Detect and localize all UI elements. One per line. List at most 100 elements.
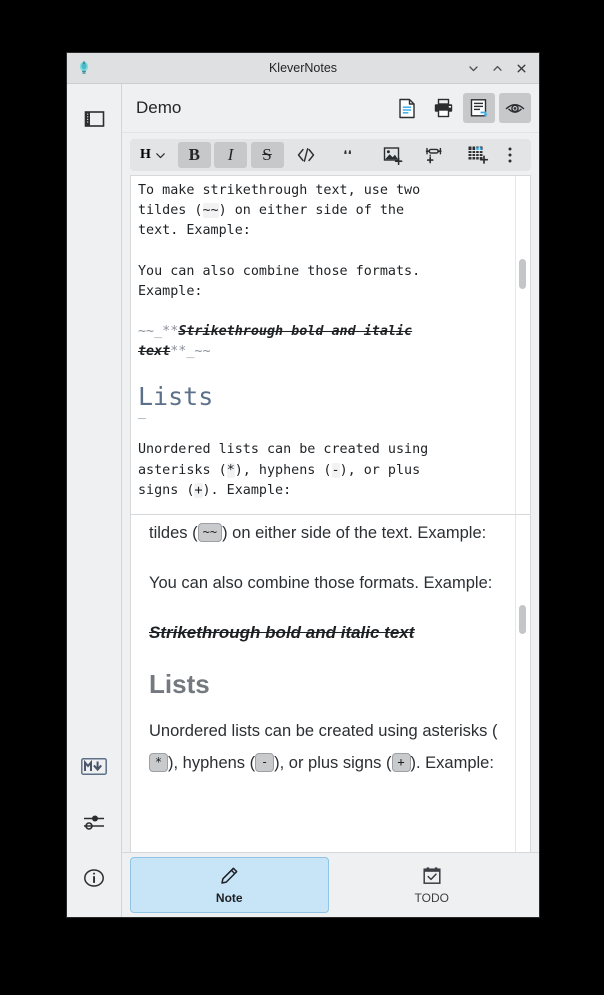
toggle-preview-button[interactable]	[499, 93, 531, 123]
markdown-preview-pane[interactable]: tildes (~~) on either side of the text. …	[131, 515, 530, 852]
toggle-editor-button[interactable]	[463, 93, 495, 123]
editor-heading-block: Lists —	[138, 382, 516, 426]
editor-text: ). Example:	[202, 482, 292, 498]
formatted-text: Strikethrough bold and italic text	[149, 623, 415, 642]
strikethrough-icon: S	[262, 145, 272, 164]
formatted-text: Strikethrough bold and italic	[178, 324, 413, 340]
editor-line: text**_~~	[138, 342, 516, 362]
editor-line: text. Example:	[138, 221, 516, 241]
editor-text: ), hyphens (	[234, 462, 332, 478]
quote-icon	[342, 147, 358, 163]
about-button[interactable]	[79, 863, 109, 893]
panel-left-icon	[84, 110, 105, 128]
preview-text: tildes (	[149, 524, 198, 542]
app-window: KleverNotes Demo H B I S To make striket…	[66, 52, 540, 918]
editor-content[interactable]: To make strikethrough text, use two tild…	[131, 176, 530, 514]
preview-paragraph: Strikethrough bold and italic text	[149, 617, 516, 649]
heading-select[interactable]: H	[135, 142, 172, 168]
content-column: Demo H B I S To make strikethrough text,…	[122, 84, 539, 917]
editor-text: Example:	[138, 283, 203, 299]
rail-bottom-group	[79, 751, 109, 893]
printer-icon	[433, 98, 454, 118]
editor-text: ), or plus	[339, 462, 421, 478]
print-button[interactable]	[427, 93, 459, 123]
insert-image-button[interactable]	[378, 142, 410, 168]
kebab-menu-icon	[507, 146, 513, 164]
left-rail	[67, 84, 122, 917]
document-icon	[397, 98, 417, 119]
page-title: Demo	[136, 98, 182, 117]
inline-code: +	[194, 482, 203, 498]
table-add-icon	[467, 145, 489, 165]
editor-text: signs (	[138, 482, 195, 498]
pencil-icon	[218, 865, 240, 887]
editor-view-icon	[469, 98, 490, 119]
preview-paragraph: You can also combine those formats. Exam…	[149, 567, 516, 599]
preview-text: Unordered lists can be created using ast…	[149, 722, 498, 740]
editor-paragraph: You can also combine those formats. Exam…	[138, 262, 516, 302]
toggle-note-list-button[interactable]	[79, 104, 109, 134]
editor-text: You can also combine those formats.	[138, 263, 421, 279]
editor-heading: Lists	[138, 382, 214, 412]
kbd-badge: +	[391, 753, 411, 772]
preview-text: ) on either side of the text. Example:	[222, 524, 487, 542]
info-icon	[83, 867, 105, 889]
markdown-marker: **_~~	[170, 344, 211, 360]
markdown-icon	[81, 757, 107, 775]
image-add-icon	[383, 146, 404, 165]
italic-button[interactable]: I	[214, 142, 248, 168]
editor-line: To make strikethrough text, use two	[138, 181, 516, 201]
preview-scrollbar-thumb[interactable]	[519, 604, 526, 635]
editor-line: You can also combine those formats.	[138, 262, 516, 282]
preview-text: ). Example:	[410, 754, 494, 772]
panes-container: To make strikethrough text, use two tild…	[130, 175, 531, 852]
preview-text: ), hyphens (	[168, 754, 256, 772]
editor-text: Unordered lists can be created using	[138, 442, 429, 458]
settings-button[interactable]	[79, 807, 109, 837]
close-button[interactable]	[510, 57, 532, 79]
new-document-button[interactable]	[391, 93, 423, 123]
link-add-icon	[425, 146, 446, 165]
markdown-help-button[interactable]	[79, 751, 109, 781]
editor-scrollbar[interactable]	[518, 180, 527, 510]
editor-heading-rule: —	[138, 411, 147, 427]
inline-code: ~~	[202, 203, 219, 219]
maximize-button[interactable]	[486, 57, 508, 79]
minimize-button[interactable]	[462, 57, 484, 79]
code-block-button[interactable]	[290, 142, 322, 168]
preview-scrollbar[interactable]	[518, 519, 527, 848]
italic-icon: I	[227, 145, 234, 164]
markdown-marker: ~~_**	[138, 324, 179, 340]
editor-line: Unordered lists can be created using	[138, 440, 516, 460]
editor-text: text. Example:	[138, 223, 251, 239]
editor-scrollbar-thumb[interactable]	[519, 259, 526, 289]
insert-link-button[interactable]	[420, 142, 452, 168]
tab-note-label: Note	[215, 891, 243, 905]
titlebar: KleverNotes	[67, 53, 539, 84]
tab-todo[interactable]: TODO	[333, 857, 532, 913]
insert-table-button[interactable]	[462, 142, 494, 168]
format-toolbar-wrapper: H B I S	[122, 133, 539, 175]
editor-text: tildes (	[138, 203, 203, 219]
inline-code: -	[331, 462, 340, 478]
preview-heading: Lists	[149, 669, 210, 699]
bold-button[interactable]: B	[177, 142, 211, 168]
preview-margin-line	[515, 515, 516, 852]
inline-code: *	[226, 462, 235, 478]
preview-content: tildes (~~) on either side of the text. …	[131, 515, 530, 852]
kbd-badge: ~~	[197, 523, 223, 542]
lightbulb-icon	[75, 59, 93, 77]
document-header: Demo	[122, 84, 539, 133]
strikethrough-button[interactable]: S	[250, 142, 284, 168]
markdown-editor-pane[interactable]: To make strikethrough text, use two tild…	[131, 176, 530, 515]
formatted-text: text	[138, 344, 171, 360]
editor-paragraph: Unordered lists can be created using ast…	[138, 440, 516, 501]
more-options-button[interactable]	[494, 142, 526, 168]
quote-button[interactable]	[334, 142, 366, 168]
chevron-down-icon	[154, 149, 167, 162]
code-icon	[296, 147, 316, 163]
editor-text: ) on either side of the	[218, 203, 405, 219]
tab-note[interactable]: Note	[130, 857, 329, 913]
preview-text: You can also combine those formats. Exam…	[149, 574, 493, 592]
editor-line: signs (+). Example:	[138, 481, 516, 501]
